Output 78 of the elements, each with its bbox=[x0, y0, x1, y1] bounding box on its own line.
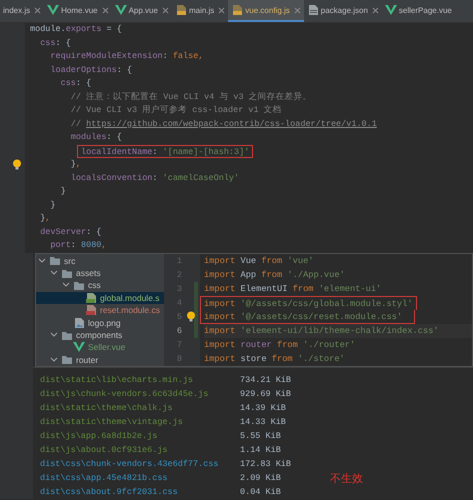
tree-item[interactable]: logo.png bbox=[36, 316, 164, 329]
folder-icon bbox=[61, 354, 73, 366]
code-line: import ElementUI from 'element-ui' bbox=[204, 282, 382, 296]
code-line: // https://github.com/webpack-contrib/css-loader/tree/v1.0.1 bbox=[70, 118, 378, 130]
vue-icon bbox=[384, 4, 397, 16]
editor-tab[interactable]: App.vue bbox=[112, 0, 172, 22]
close-icon bbox=[372, 6, 379, 14]
file-size: 172.83 KiB bbox=[240, 459, 292, 470]
file-size: 5.55 KiB bbox=[240, 431, 282, 442]
folder-icon bbox=[61, 268, 73, 279]
css-file-icon bbox=[85, 304, 97, 316]
tree-item[interactable]: router bbox=[36, 354, 164, 366]
file-path: dist\js\chunk-vendors.6c63d45e.js bbox=[40, 389, 210, 400]
file-path: dist\css\about.9fcf2031.css bbox=[40, 487, 179, 498]
editor-tab[interactable]: main.js bbox=[172, 0, 228, 22]
code-line: import Vue from 'vue' bbox=[204, 254, 314, 268]
file-path: dist\static\lib\echarts.min.js bbox=[40, 375, 194, 386]
file-size: 14.39 KiB bbox=[240, 403, 287, 414]
code-line: } bbox=[60, 185, 67, 198]
vue-icon bbox=[73, 341, 85, 354]
code-line: } bbox=[50, 198, 56, 212]
file-path: dist\css\chunk-vendors.43e6df77.css bbox=[40, 459, 220, 470]
code-line: }, bbox=[70, 158, 82, 171]
code-line: localsConvention: 'camelCaseOnly' bbox=[70, 172, 240, 184]
code-line: loaderOptions: { bbox=[50, 64, 134, 76]
vue-icon bbox=[114, 4, 127, 16]
code-line: port: 8080, bbox=[50, 239, 108, 252]
code-line: import store from './store' bbox=[204, 352, 346, 366]
file-path: dist\css\app.45e4821b.css bbox=[40, 473, 169, 484]
file-size: 929.69 KiB bbox=[240, 389, 292, 400]
tree-item[interactable]: reset.module.cs bbox=[36, 304, 164, 316]
tree-item[interactable]: assets bbox=[36, 266, 164, 280]
file-path: dist\js\about.0cf931e6.js bbox=[40, 445, 169, 456]
vue-icon bbox=[47, 4, 60, 16]
annotation-text: 不生效 bbox=[330, 470, 363, 486]
file-path: dist\js\app.6a8d1b2e.js bbox=[40, 431, 158, 442]
code-line: // 注意：以下配置在 Vue CLI v4 与 v3 之间存在差异。 bbox=[70, 90, 313, 104]
code-line: // Vue CLI v3 用户可参考 css-loader v1 文档 bbox=[70, 104, 283, 117]
file-path: dist\static\theme\chalk.js bbox=[40, 403, 174, 414]
code-line: import App from './App.vue' bbox=[204, 268, 346, 282]
editor-tab[interactable]: Home.vue bbox=[44, 0, 112, 22]
tree-item[interactable]: components bbox=[36, 328, 164, 342]
folder-icon bbox=[49, 255, 61, 266]
file-size: 14.33 KiB bbox=[240, 417, 287, 428]
code-line: modules: { bbox=[70, 131, 123, 144]
file-path: dist\static\theme\vintage.js bbox=[40, 417, 184, 428]
tree-item[interactable]: Seller.vue bbox=[36, 341, 164, 354]
file-size: 2.09 KiB bbox=[240, 473, 282, 484]
file-size: 1.14 KiB bbox=[240, 445, 282, 456]
close-icon bbox=[294, 6, 301, 14]
code-line: }, bbox=[40, 212, 52, 225]
code-line: module.exports = { bbox=[30, 23, 123, 36]
code-line: requireModuleExtension: false, bbox=[50, 50, 204, 63]
code-line: devServer: { bbox=[40, 226, 102, 238]
file-size: 0.04 KiB bbox=[240, 487, 282, 498]
editor-tab[interactable]: package.json bbox=[304, 0, 382, 22]
close-icon bbox=[34, 6, 42, 14]
file-size: 734.21 KiB bbox=[240, 375, 292, 386]
editor-tab[interactable]: index.js bbox=[0, 0, 44, 22]
code-line: import '@/assets/css/global.module.styl' bbox=[200, 296, 417, 310]
tree-item[interactable]: src bbox=[36, 254, 164, 267]
tree-item[interactable]: css bbox=[36, 279, 164, 292]
js-file-icon bbox=[231, 4, 244, 16]
image-file-icon bbox=[73, 316, 85, 329]
stylesheet-file-icon bbox=[85, 292, 97, 304]
close-icon bbox=[162, 6, 169, 14]
tree-item[interactable]: global.module.s bbox=[36, 292, 164, 304]
code-line: import router from './router' bbox=[204, 338, 356, 352]
editor-tab[interactable]: sellerPage.vue bbox=[382, 0, 458, 22]
code-line: css: { bbox=[40, 36, 72, 50]
code-line: css: { bbox=[60, 77, 92, 90]
js-file-icon bbox=[174, 4, 187, 16]
folder-icon bbox=[61, 330, 73, 341]
close-icon bbox=[102, 6, 109, 14]
editor-tab[interactable]: vue.config.js bbox=[228, 0, 304, 22]
line-number: 6 bbox=[176, 326, 182, 336]
close-icon bbox=[218, 6, 226, 14]
json-file-icon bbox=[306, 4, 319, 16]
